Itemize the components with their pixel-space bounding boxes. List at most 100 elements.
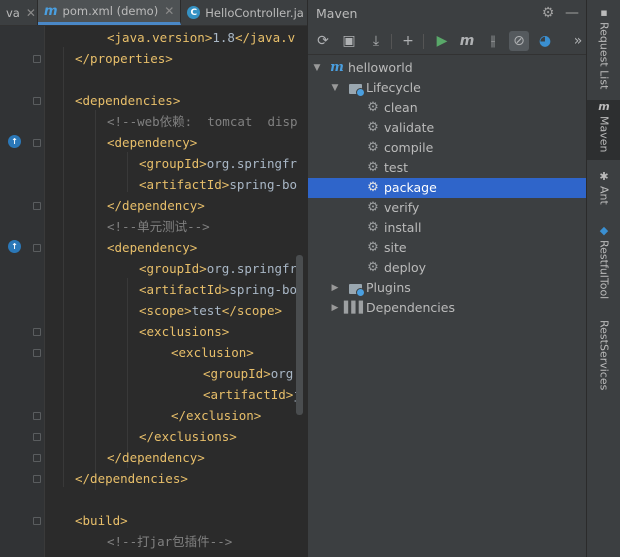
code-line[interactable]: </properties> xyxy=(75,48,173,69)
code-line[interactable]: </exclusion> xyxy=(171,405,261,426)
maven-goal-icon[interactable]: m xyxy=(457,31,477,51)
skip-tests-icon[interactable]: ⊘ xyxy=(509,31,529,51)
code-line[interactable]: <artifactId>spring-bo xyxy=(139,174,297,195)
strip-request-list[interactable]: ▪ Request List xyxy=(587,6,620,89)
code-line[interactable]: </exclusions> xyxy=(139,426,237,447)
show-deps-icon[interactable]: ◕ xyxy=(535,31,555,51)
strip-label: RestServices xyxy=(597,320,611,391)
fold-marker[interactable] xyxy=(33,517,41,525)
code-line[interactable]: <!--打jar包插件--> xyxy=(107,531,232,552)
code-content[interactable]: <java.version>1.8</java.v </properties> <d… xyxy=(44,26,307,557)
xml-tag: <exclusion> xyxy=(171,345,254,360)
tree-node-project[interactable]: ▼ m helloworld xyxy=(308,58,587,78)
fold-marker[interactable] xyxy=(33,412,41,420)
dependency-gutter-icon[interactable]: ↑ xyxy=(8,240,21,253)
code-line[interactable]: <exclusion> xyxy=(171,342,254,363)
collapsed-arrow-icon[interactable]: ▶ xyxy=(330,298,340,318)
tree-node-label: site xyxy=(384,240,407,255)
tree-node-label: package xyxy=(384,180,437,195)
tab-label: va xyxy=(6,5,20,20)
code-line[interactable]: </dependency> xyxy=(107,195,205,216)
tree-node-lifecycle[interactable]: ▼ Lifecycle xyxy=(308,78,587,98)
code-line[interactable]: <dependencies> xyxy=(75,90,180,111)
expanded-arrow-icon[interactable]: ▼ xyxy=(312,58,322,78)
tree-node-label: Plugins xyxy=(366,280,411,295)
add-folder-icon[interactable]: ▣ xyxy=(339,31,359,51)
code-line[interactable]: <dependency> xyxy=(107,132,197,153)
fold-marker[interactable] xyxy=(33,139,41,147)
lifecycle-goal-verify[interactable]: ⚙ verify xyxy=(308,198,587,218)
code-line[interactable]: <!--单元测试--> xyxy=(107,216,210,237)
tab-java-file[interactable]: va ✕ xyxy=(0,0,38,25)
right-tool-strip: ▪ Request List m Maven ✱ Ant ◆ RestfulTo… xyxy=(586,0,620,557)
code-line[interactable]: <artifactId>j xyxy=(203,384,301,405)
code-line[interactable]: <java.version>1.8</java.v xyxy=(107,27,295,48)
lifecycle-goal-package[interactable]: ⚙ package xyxy=(308,178,587,198)
dependency-gutter-icon[interactable]: ↑ xyxy=(8,135,21,148)
collapsed-arrow-icon[interactable]: ▶ xyxy=(330,278,340,298)
close-icon[interactable]: ✕ xyxy=(26,6,36,20)
strip-label: Maven xyxy=(597,116,611,153)
tree-node-label: clean xyxy=(384,100,418,115)
code-line[interactable]: <scope>test</scope> xyxy=(139,300,282,321)
tab-pom-xml[interactable]: m pom.xml (demo) ✕ xyxy=(38,0,182,25)
lifecycle-goal-deploy[interactable]: ⚙ deploy xyxy=(308,258,587,278)
fold-marker[interactable] xyxy=(33,244,41,252)
xml-tag: </dependency> xyxy=(107,450,205,465)
code-line[interactable]: <groupId>org.springfr xyxy=(139,258,297,279)
lifecycle-goal-compile[interactable]: ⚙ compile xyxy=(308,138,587,158)
code-line[interactable]: <dependency> xyxy=(107,237,197,258)
tree-node-label: helloworld xyxy=(348,60,413,75)
code-line[interactable]: </dependencies> xyxy=(75,468,188,489)
tree-node-dependencies[interactable]: ▶ ▌▌▌ Dependencies xyxy=(308,298,587,318)
code-line[interactable]: <groupId>org.springfr xyxy=(139,153,297,174)
gear-icon[interactable]: ⚙ xyxy=(540,5,556,21)
fold-marker[interactable] xyxy=(33,202,41,210)
editor-tab-bar: va ✕ m pom.xml (demo) ✕ C HelloControlle… xyxy=(0,0,307,26)
code-line[interactable]: <!--web依赖: tomcat disp xyxy=(107,111,298,132)
lifecycle-goal-clean[interactable]: ⚙ clean xyxy=(308,98,587,118)
code-line[interactable]: <exclusions> xyxy=(139,321,229,342)
strip-label: Ant xyxy=(597,186,611,205)
code-line[interactable]: <artifactId>spring-bo xyxy=(139,279,297,300)
xml-tag: <dependencies> xyxy=(75,93,181,108)
fold-marker[interactable] xyxy=(33,55,41,63)
code-line[interactable]: <build> xyxy=(75,510,128,531)
close-icon[interactable]: ✕ xyxy=(164,4,174,18)
code-line[interactable]: </dependency> xyxy=(107,447,205,468)
strip-restservices[interactable]: RestServices xyxy=(587,320,620,392)
fold-marker[interactable] xyxy=(33,433,41,441)
reload-icon[interactable]: ⟳ xyxy=(313,31,333,51)
editor-gutter[interactable]: ↑ ↑ xyxy=(0,26,44,557)
download-icon[interactable]: ⤓ xyxy=(366,31,386,51)
lifecycle-goal-test[interactable]: ⚙ test xyxy=(308,158,587,178)
editor-area[interactable]: va ✕ m pom.xml (demo) ✕ C HelloControlle… xyxy=(0,0,307,557)
xml-comment: <!--单元测试--> xyxy=(107,219,210,234)
editor-scrollbar[interactable] xyxy=(296,255,303,415)
xml-tag: </java.v xyxy=(234,30,296,45)
tab-hello-controller[interactable]: C HelloController.ja ✕ xyxy=(181,0,307,25)
toggle-offline-icon[interactable]: ⫲ xyxy=(483,31,503,51)
tree-node-plugins[interactable]: ▶ Plugins xyxy=(308,278,587,298)
fold-marker[interactable] xyxy=(33,349,41,357)
lifecycle-goal-validate[interactable]: ⚙ validate xyxy=(308,118,587,138)
tree-node-label: compile xyxy=(384,140,434,155)
fold-marker[interactable] xyxy=(33,328,41,336)
expanded-arrow-icon[interactable]: ▼ xyxy=(330,78,340,98)
strip-maven[interactable]: m Maven xyxy=(587,100,620,160)
fold-marker[interactable] xyxy=(33,475,41,483)
run-icon[interactable]: ▶ xyxy=(432,31,452,51)
plus-icon[interactable]: + xyxy=(398,31,418,51)
maven-tool-window: Maven ⚙ — ⟳ ▣ ⤓ + ▶ m ⫲ ⊘ ◕ » ▼ m hellowor… xyxy=(307,0,588,557)
strip-restfultool[interactable]: ◆ RestfulTool xyxy=(587,224,620,306)
minimize-icon[interactable]: — xyxy=(564,5,580,21)
lifecycle-goal-install[interactable]: ⚙ install xyxy=(308,218,587,238)
tree-node-label: test xyxy=(384,160,409,175)
code-line[interactable]: <groupId>org. xyxy=(203,363,301,384)
strip-ant[interactable]: ✱ Ant xyxy=(587,170,620,212)
fold-marker[interactable] xyxy=(33,454,41,462)
collapse-icon[interactable]: » xyxy=(568,31,588,51)
lifecycle-goal-site[interactable]: ⚙ site xyxy=(308,238,587,258)
tree-node-label: deploy xyxy=(384,260,427,275)
fold-marker[interactable] xyxy=(33,97,41,105)
